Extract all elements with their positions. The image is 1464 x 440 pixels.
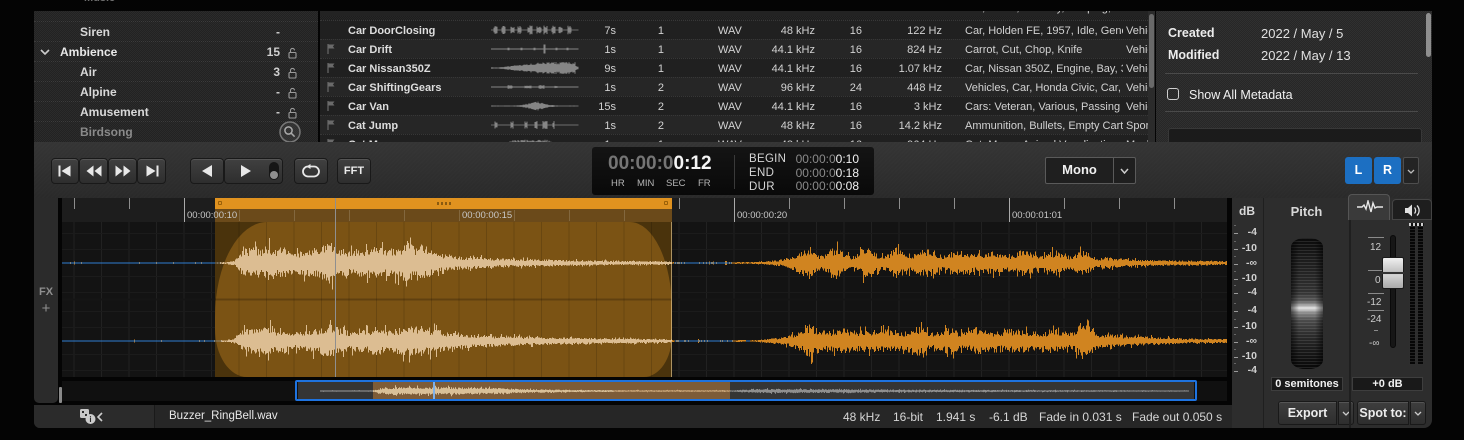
svg-text:i: i [89, 415, 91, 424]
